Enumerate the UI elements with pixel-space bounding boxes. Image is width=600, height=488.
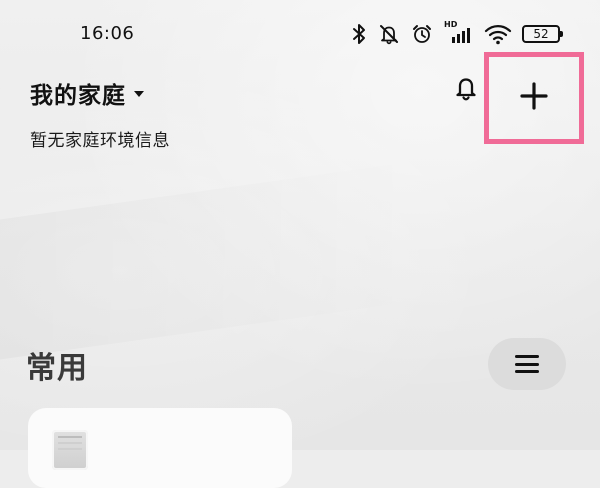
menu-icon — [515, 355, 539, 373]
battery-icon: 52 — [522, 25, 563, 43]
home-title: 我的家庭 — [30, 83, 126, 109]
status-icons: HD 52 — [352, 20, 563, 46]
battery-level: 52 — [533, 27, 549, 41]
home-selector[interactable]: 我的家庭 — [30, 76, 144, 110]
home-environment-info: 暂无家庭环境信息 — [30, 131, 170, 151]
bell-muted-icon — [378, 23, 400, 45]
bluetooth-icon — [352, 23, 368, 45]
wifi-icon — [484, 23, 512, 45]
hd-label: HD — [444, 20, 458, 29]
plus-icon — [519, 81, 549, 115]
device-card[interactable] — [28, 408, 292, 488]
common-section-title: 常用 — [26, 351, 88, 386]
add-button[interactable] — [484, 52, 584, 144]
common-menu-button[interactable] — [488, 338, 566, 390]
status-time: 16:06 — [80, 23, 135, 44]
bell-icon — [452, 74, 480, 106]
alarm-icon — [410, 23, 434, 45]
device-thumbnail — [52, 430, 88, 470]
caret-down-icon — [134, 91, 144, 97]
hd-signal-icon: HD — [444, 20, 474, 45]
notification-button[interactable] — [448, 72, 484, 108]
